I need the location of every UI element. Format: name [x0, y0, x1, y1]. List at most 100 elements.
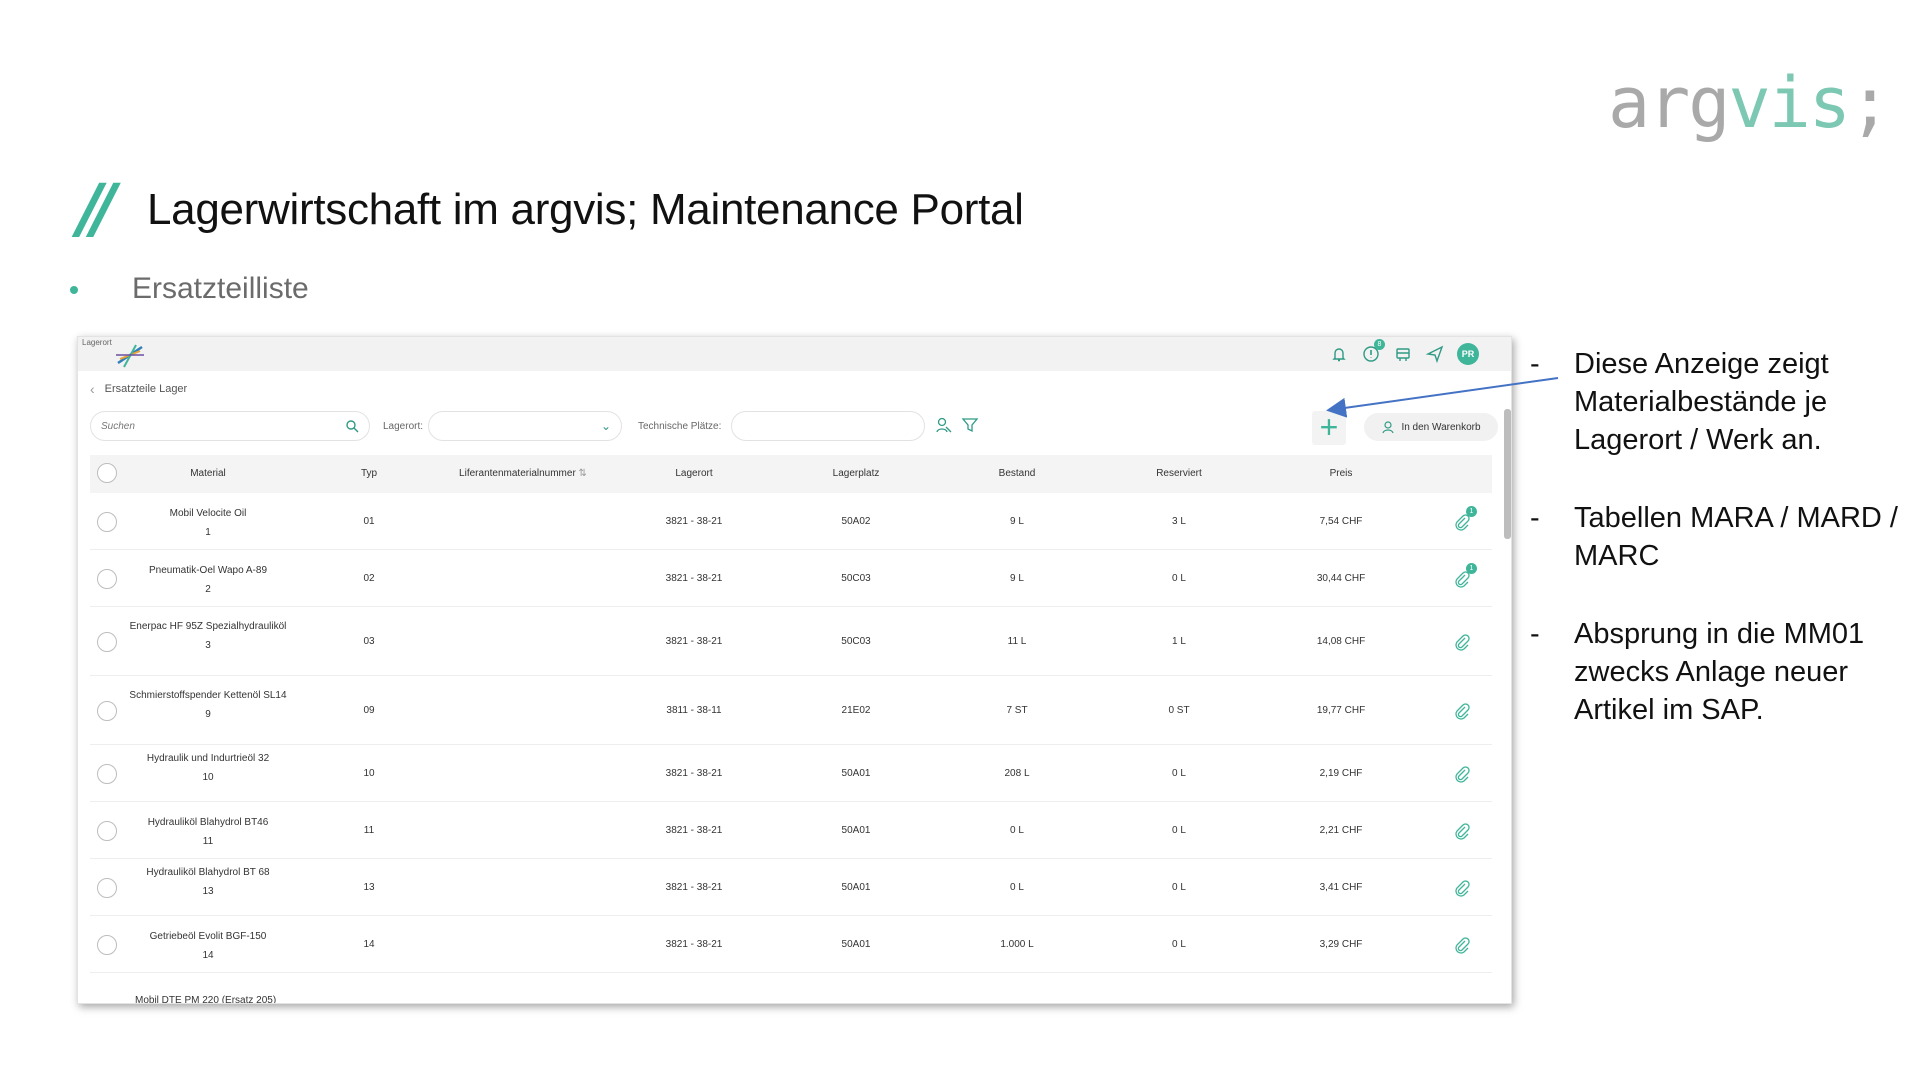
- table-row[interactable]: Enerpac HF 95Z Spezialhydrauliköl 3 03 3821…: [90, 607, 1492, 676]
- table-row[interactable]: Mobil Velocite Oil 1 01 3821 - 38-21 50A02 9 …: [90, 493, 1492, 550]
- table-body: Mobil Velocite Oil 1 01 3821 - 38-21 50A02 9 …: [90, 493, 1492, 973]
- breadcrumb-label: Ersatzteile Lager: [104, 383, 188, 395]
- col-lieferant[interactable]: Liferantenmaterialnummer ⇅: [459, 468, 587, 479]
- lagerort-cell: 3821 - 38-21: [665, 939, 723, 950]
- note-dash: -: [1530, 502, 1540, 534]
- col-lagerort[interactable]: Lagerort: [675, 468, 712, 479]
- row-select-radio[interactable]: [97, 569, 117, 589]
- lagerort-select[interactable]: ⌄: [428, 411, 622, 441]
- bestand-cell: 1.000 L: [1000, 939, 1034, 950]
- search-icon[interactable]: [345, 419, 359, 433]
- alert-icon[interactable]: 8: [1361, 339, 1385, 364]
- note-text: Tabellen MARA / MARD / MARC: [1574, 502, 1898, 572]
- preis-cell: 7,54 CHF: [1319, 516, 1363, 527]
- filter-icon[interactable]: [960, 415, 980, 435]
- argvis-logo: argvis;: [1608, 68, 1891, 138]
- paperclip-icon[interactable]: [1453, 765, 1471, 783]
- col-lagerplatz[interactable]: Lagerplatz: [833, 468, 880, 479]
- col-preis[interactable]: Preis: [1330, 468, 1353, 479]
- table-row[interactable]: Getriebeöl Evolit BGF-150 14 14 3821 - 38-2…: [90, 916, 1492, 973]
- search-input[interactable]: Suchen: [90, 411, 370, 441]
- back-chevron-icon[interactable]: ‹: [90, 381, 95, 397]
- reserviert-cell: 0 L: [1172, 573, 1186, 584]
- topbar-icons: 8 PR: [1329, 339, 1479, 365]
- breadcrumb: ‹ Ersatzteile Lager: [90, 381, 187, 397]
- lagerplatz-cell: 50A01: [841, 768, 871, 779]
- note-dash: -: [1530, 348, 1540, 380]
- bestand-cell: 0 L: [1010, 825, 1024, 836]
- material-name: Enerpac HF 95Z Spezialhydrauliköl: [129, 621, 287, 632]
- col-reserviert[interactable]: Reserviert: [1156, 468, 1202, 479]
- material-number: 3: [205, 640, 211, 651]
- col-material[interactable]: Material: [190, 468, 226, 479]
- bell-icon[interactable]: [1329, 344, 1349, 364]
- bestand-cell: 208 L: [1004, 768, 1030, 779]
- material-name: Hydrauliköl Blahydrol BT 68: [146, 867, 270, 878]
- row-select-radio[interactable]: [97, 821, 117, 841]
- paperclip-icon[interactable]: [1453, 936, 1471, 954]
- note-item: - Diese Anzeige zeigt Materialbestände je…: [1530, 345, 1920, 459]
- logo-text-arg: arg: [1608, 62, 1730, 144]
- cart-icon[interactable]: [1393, 344, 1413, 364]
- paperclip-icon[interactable]: [1453, 702, 1471, 720]
- bestand-cell: 9 L: [1010, 573, 1024, 584]
- lagerort-cell: 3811 - 38-11: [666, 705, 722, 716]
- note-text: Absprung in die MM01 zwecks Anlage neuer…: [1574, 618, 1865, 726]
- material-number: 11: [202, 836, 214, 847]
- attachment-badge: 1: [1466, 506, 1477, 517]
- material-cell: Enerpac HF 95Z Spezialhydrauliköl 3: [128, 620, 288, 652]
- material-cell: Schmierstoffspender Kettenöl SL14 9: [128, 689, 288, 721]
- table-row[interactable]: Pneumatik-Oel Wapo A-89 2 02 3821 - 38-21 50…: [90, 550, 1492, 607]
- table-row[interactable]: Hydrauliköl Blahydrol BT46 11 11 3821 - 38-…: [90, 802, 1492, 859]
- typ-cell: 10: [363, 768, 375, 779]
- row-select-radio[interactable]: [97, 512, 117, 532]
- reserviert-cell: 3 L: [1172, 516, 1186, 527]
- lagerplatz-cell: 50C03: [841, 636, 871, 647]
- reserviert-cell: 0 L: [1172, 882, 1186, 893]
- row-select-radio[interactable]: [97, 701, 117, 721]
- typ-cell: 09: [363, 705, 375, 716]
- typ-cell: 11: [363, 825, 375, 836]
- row-select-radio[interactable]: [97, 878, 117, 898]
- slide-title: Lagerwirtschaft im argvis; Maintenance P…: [147, 185, 1024, 234]
- user-search-icon[interactable]: [934, 415, 954, 435]
- typ-cell: 01: [363, 516, 375, 527]
- material-name: Pneumatik-Oel Wapo A-89: [148, 565, 268, 576]
- material-number: 13: [202, 886, 214, 897]
- table-row[interactable]: Hydraulik und Indurtrieöl 32 10 10 3821 - 3…: [90, 745, 1492, 802]
- plaetze-input[interactable]: [731, 411, 925, 441]
- row-select-radio[interactable]: [97, 632, 117, 652]
- add-material-button[interactable]: +: [1312, 411, 1346, 445]
- row-select-radio[interactable]: [97, 935, 117, 955]
- table-row[interactable]: Schmierstoffspender Kettenöl SL14 9 09 3811…: [90, 676, 1492, 745]
- cart-user-icon: [1382, 421, 1395, 434]
- logo-text-semicolon: ;: [1848, 62, 1891, 144]
- col-typ[interactable]: Typ: [361, 468, 377, 479]
- preis-cell: 3,41 CHF: [1319, 882, 1363, 893]
- app-screenshot: Lagerort 8 PR ‹ Ersatzteile Lager Suchen…: [77, 336, 1512, 1004]
- material-name: Getriebeöl Evolit BGF-150: [149, 931, 267, 942]
- sort-icon[interactable]: ⇅: [579, 468, 587, 479]
- material-number: 10: [202, 772, 214, 783]
- add-to-cart-button[interactable]: In den Warenkorb: [1364, 413, 1498, 441]
- material-number: 1: [205, 527, 211, 538]
- col-bestand[interactable]: Bestand: [999, 468, 1036, 479]
- paperclip-icon[interactable]: 1: [1453, 506, 1477, 531]
- row-select-radio[interactable]: [97, 764, 117, 784]
- send-icon[interactable]: [1425, 344, 1445, 364]
- paperclip-icon[interactable]: 1: [1453, 563, 1477, 588]
- paperclip-icon[interactable]: [1453, 822, 1471, 840]
- scrollbar[interactable]: [1504, 409, 1511, 539]
- select-all-radio[interactable]: [97, 463, 117, 483]
- title-slashes: //: [78, 170, 116, 247]
- topbar-tag: Lagerort: [82, 338, 112, 347]
- avatar[interactable]: PR: [1457, 343, 1479, 365]
- material-name: Schmierstoffspender Kettenöl SL14: [129, 690, 287, 701]
- paperclip-icon[interactable]: [1453, 633, 1471, 651]
- lagerplatz-cell: 50A01: [841, 825, 871, 836]
- material-cell: Mobil Velocite Oil 1: [128, 507, 288, 539]
- paperclip-icon[interactable]: [1453, 879, 1471, 897]
- attachment-badge: 1: [1466, 563, 1477, 574]
- table-row[interactable]: Hydrauliköl Blahydrol BT 68 13 13 3821 - 38…: [90, 859, 1492, 916]
- lagerplatz-cell: 21E02: [841, 705, 871, 716]
